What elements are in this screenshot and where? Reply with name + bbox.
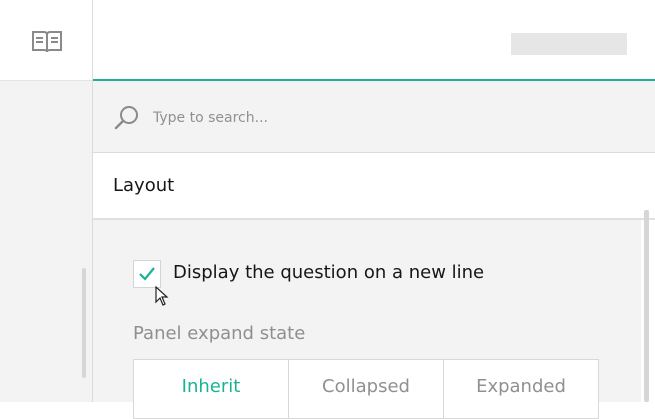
header-placeholder (511, 33, 627, 55)
book-icon[interactable] (31, 29, 63, 55)
option-collapsed[interactable]: Collapsed (289, 360, 444, 418)
property-grid-header (93, 0, 655, 81)
option-inherit[interactable]: Inherit (134, 360, 289, 418)
mouse-cursor-icon (155, 286, 169, 306)
option-expanded[interactable]: Expanded (444, 360, 598, 418)
search-icon (114, 104, 140, 130)
layout-section-content: Display the question on a new line Panel… (93, 220, 641, 419)
search-input[interactable] (151, 105, 515, 131)
section-title: Layout (113, 175, 175, 196)
sidebar-scrollbar[interactable] (82, 268, 86, 378)
new-line-checkbox[interactable] (133, 260, 161, 288)
panel-expand-state-label: Panel expand state (133, 323, 306, 344)
panel-expand-state-buttons: Inherit Collapsed Expanded (133, 359, 599, 419)
sidebar-header (0, 0, 92, 81)
search-bar (93, 81, 655, 153)
content-scrollbar[interactable] (644, 210, 649, 402)
new-line-checkbox-label[interactable]: Display the question on a new line (173, 262, 484, 283)
left-sidebar (0, 0, 93, 402)
section-header-layout[interactable]: Layout (93, 153, 655, 220)
checkmark-icon (139, 267, 155, 281)
